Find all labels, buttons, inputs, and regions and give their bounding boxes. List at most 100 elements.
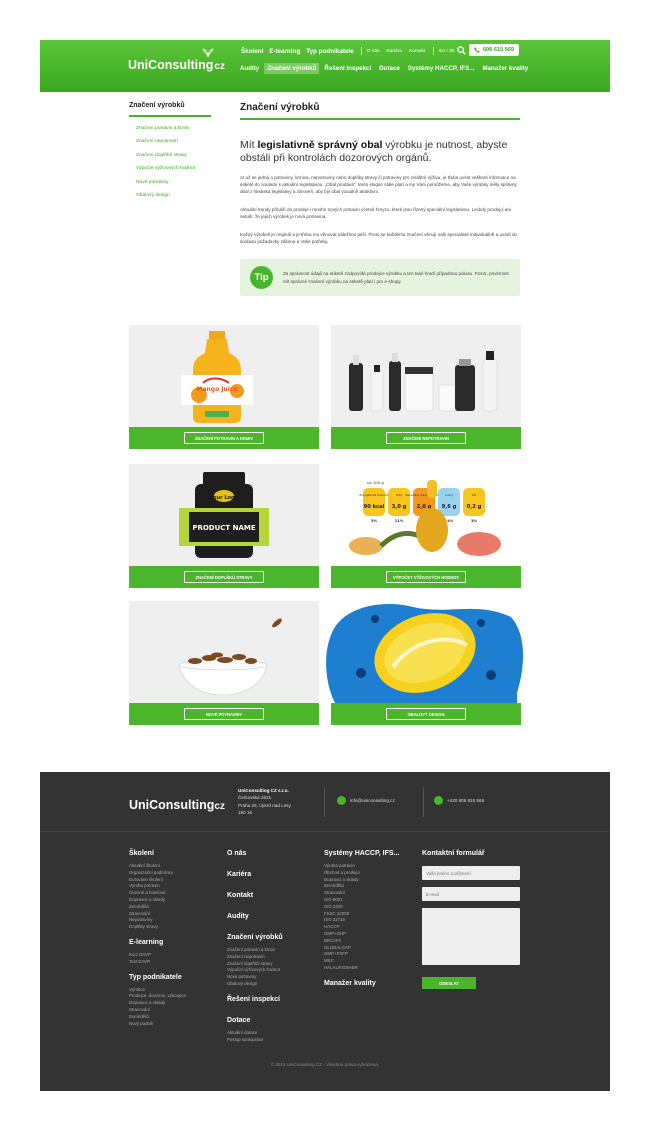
footer-heading[interactable]: Značení výrobků xyxy=(227,934,283,941)
sidebar-item-nove-potraviny[interactable]: Nové potraviny xyxy=(129,180,211,193)
nav-manazer-kvality[interactable]: Manažer kvality xyxy=(479,63,531,74)
footer-heading[interactable]: Řešení inspekcí xyxy=(227,996,283,1003)
card-nepotraviny[interactable]: ZNAČENÍ NEPOTRAVIN xyxy=(331,325,521,449)
card-button-nove-potraviny[interactable]: NOVÉ POTRAVINY xyxy=(184,708,264,720)
footer-link[interactable]: Dopravce a sklady xyxy=(129,897,186,904)
nav-dotace[interactable]: Dotace xyxy=(376,63,403,74)
footer-link[interactable]: Nepotraviny xyxy=(129,917,186,924)
nav-o-nas[interactable]: O nás xyxy=(367,49,380,54)
footer-link[interactable]: Aktuální školení xyxy=(129,863,186,870)
footer-link[interactable]: Dopravci a sklady xyxy=(324,877,399,884)
footer-heading[interactable]: O nás xyxy=(227,850,283,857)
name-field[interactable] xyxy=(422,866,520,880)
nav-audity[interactable]: Audity xyxy=(237,63,262,74)
footer-link[interactable]: Doplňky stravy xyxy=(129,924,186,931)
footer-link[interactable]: Organizační podmínky xyxy=(129,870,186,877)
search-icon[interactable] xyxy=(457,46,466,55)
footer-link[interactable]: BRC/IFS xyxy=(324,938,399,945)
footer-link[interactable]: Nový podnik xyxy=(129,1021,186,1028)
footer-heading[interactable]: Kontakt xyxy=(227,892,283,899)
footer-link[interactable]: Značení doplňků stravy xyxy=(227,961,283,968)
footer-link[interactable]: Prodejce, dovozce, výkoupce xyxy=(129,993,186,1000)
footer-divider xyxy=(324,787,325,817)
cosmetics-image xyxy=(349,351,498,412)
footer-link[interactable]: Stravování xyxy=(129,911,186,918)
nav-kariera[interactable]: Kariéra xyxy=(386,49,401,54)
card-potraviny[interactable]: Mango Juice ZNAČENÍ POTRAVIN A KRMIV xyxy=(129,325,319,449)
footer-link[interactable]: Nové potraviny xyxy=(227,974,283,981)
card-button-potraviny[interactable]: ZNAČENÍ POTRAVIN A KRMIV xyxy=(184,432,264,444)
footer-heading[interactable]: Manažer kvality xyxy=(324,980,399,987)
footer-link[interactable]: Postup spolupráce xyxy=(227,1037,283,1044)
card-nove-potraviny[interactable]: NOVÉ POTRAVINY xyxy=(129,601,319,725)
nav-kontakt[interactable]: Kontakt xyxy=(409,49,425,54)
footer-link[interactable]: MSC xyxy=(324,958,399,965)
nav-reseni-inspekci[interactable]: Řešení inspekcí xyxy=(321,63,374,74)
footer-heading[interactable]: Typ podnikatele xyxy=(129,974,186,981)
footer-link[interactable]: ISO 2200 xyxy=(324,904,399,911)
footer-link[interactable]: Zemědělci xyxy=(129,904,186,911)
sidebar-item-potraviny[interactable]: Značení potravin a krmiv xyxy=(129,126,211,139)
footer-heading[interactable]: Audity xyxy=(227,913,283,920)
nav-elearning[interactable]: E-learning xyxy=(269,48,300,55)
footer-link[interactable]: Ovesné a hotelové xyxy=(129,890,186,897)
send-button[interactable]: ODESLAT xyxy=(422,977,476,989)
footer-link[interactable]: Test DAVP xyxy=(129,959,186,966)
footer-heading[interactable]: E-learning xyxy=(129,939,186,946)
footer-link[interactable]: HALAL/KOSHER xyxy=(324,965,399,972)
card-vyzivove-hodnoty[interactable]: na 100 g Energetická hodnota 90 kcal 5% Tuk… xyxy=(331,464,521,588)
footer-link[interactable]: FSSC 22000 xyxy=(324,911,399,918)
footer-phone[interactable]: +420 606 615 569 xyxy=(434,796,484,805)
nav-systemy-haccp[interactable]: Systémy HACCP, IFS... xyxy=(405,63,478,74)
card-obalovy-design[interactable]: OBALOVÝ DESIGN xyxy=(326,601,524,725)
footer-link[interactable]: Dotované školení xyxy=(129,877,186,884)
footer-logo[interactable]: UniConsultingcz xyxy=(129,798,225,812)
footer-link[interactable]: GMP+FSFP xyxy=(324,951,399,958)
footer-link[interactable]: Zemědělci xyxy=(324,883,399,890)
sidebar-item-vyzivove-hodnoty[interactable]: Výpočet výživových hodnot xyxy=(129,166,211,179)
footer-heading[interactable]: Dotace xyxy=(227,1017,283,1024)
footer-link[interactable]: GMP+GHP xyxy=(324,931,399,938)
footer-link[interactable]: ISO 9001 xyxy=(324,897,399,904)
message-field[interactable] xyxy=(422,908,520,965)
footer-link[interactable]: Dopravce a sklady xyxy=(129,1000,186,1007)
footer-link[interactable]: Značení nepotravin xyxy=(227,954,283,961)
card-button-vyzivove-hodnoty[interactable]: VÝPOČET VÝŽIVOVÝCH HODNOT xyxy=(386,571,466,583)
sidebar-item-obalovy-design[interactable]: Obalový design xyxy=(129,193,211,206)
footer-email[interactable]: info@uniconsulting.cz xyxy=(337,796,395,805)
footer-link[interactable]: Výrobce xyxy=(129,987,186,994)
email-field[interactable] xyxy=(422,887,520,901)
footer-link[interactable]: Výroba potravin xyxy=(129,883,186,890)
language-switch[interactable]: En / Sk xyxy=(439,49,454,54)
nav-znaceni-vyrobku[interactable]: Značení výrobků xyxy=(264,62,320,74)
footer-link[interactable]: Výroba potravin xyxy=(324,863,399,870)
footer-link[interactable]: Stravování xyxy=(324,890,399,897)
sidebar-item-nepotraviny[interactable]: Značení nepotravin xyxy=(129,139,211,152)
footer-link[interactable]: Obchod a prodejci xyxy=(324,870,399,877)
footer-divider xyxy=(423,787,424,817)
footer-heading[interactable]: Kariéra xyxy=(227,871,283,878)
footer-link[interactable]: GLOBALGAP xyxy=(324,945,399,952)
nav-skoleni[interactable]: Školení xyxy=(241,48,263,55)
footer-link[interactable]: Obalový design xyxy=(227,981,283,988)
footer-phone-text: +420 606 615 569 xyxy=(447,798,485,803)
footer-link[interactable]: Značení potravin a krmiv xyxy=(227,947,283,954)
logo[interactable]: UniConsultingcz xyxy=(128,48,225,72)
card-doplnky[interactable]: Your Logo PRODUCT NAME ZNAČENÍ DOPLŇKŮ S… xyxy=(129,464,319,588)
card-button-doplnky[interactable]: ZNAČENÍ DOPLŇKŮ STRAVY xyxy=(184,571,264,583)
footer-link[interactable]: Zemědělci xyxy=(129,1014,186,1021)
phone-button[interactable]: 606 615 569 xyxy=(469,44,519,56)
footer-link[interactable]: Aktuální dotace xyxy=(227,1030,283,1037)
footer-link[interactable]: Výpočet výživových hodnot xyxy=(227,967,283,974)
card-button-nepotraviny[interactable]: ZNAČENÍ NEPOTRAVIN xyxy=(386,432,466,444)
footer-heading[interactable]: Systémy HACCP, IFS... xyxy=(324,850,399,857)
footer-link[interactable]: HACCP xyxy=(324,924,399,931)
footer-link[interactable]: Stravování xyxy=(129,1007,186,1014)
footer-link[interactable]: ISO 22716 xyxy=(324,917,399,924)
footer-link[interactable]: Kurz DAVP xyxy=(129,952,186,959)
sidebar-item-doplnky[interactable]: Značení doplňků stravy xyxy=(129,153,211,166)
footer-heading[interactable]: Školení xyxy=(129,850,186,857)
card-button-obalovy-design[interactable]: OBALOVÝ DESIGN xyxy=(386,708,466,720)
footer-gap xyxy=(227,926,283,934)
nav-typ-podnikatele[interactable]: Typ podnikatele xyxy=(306,48,353,55)
